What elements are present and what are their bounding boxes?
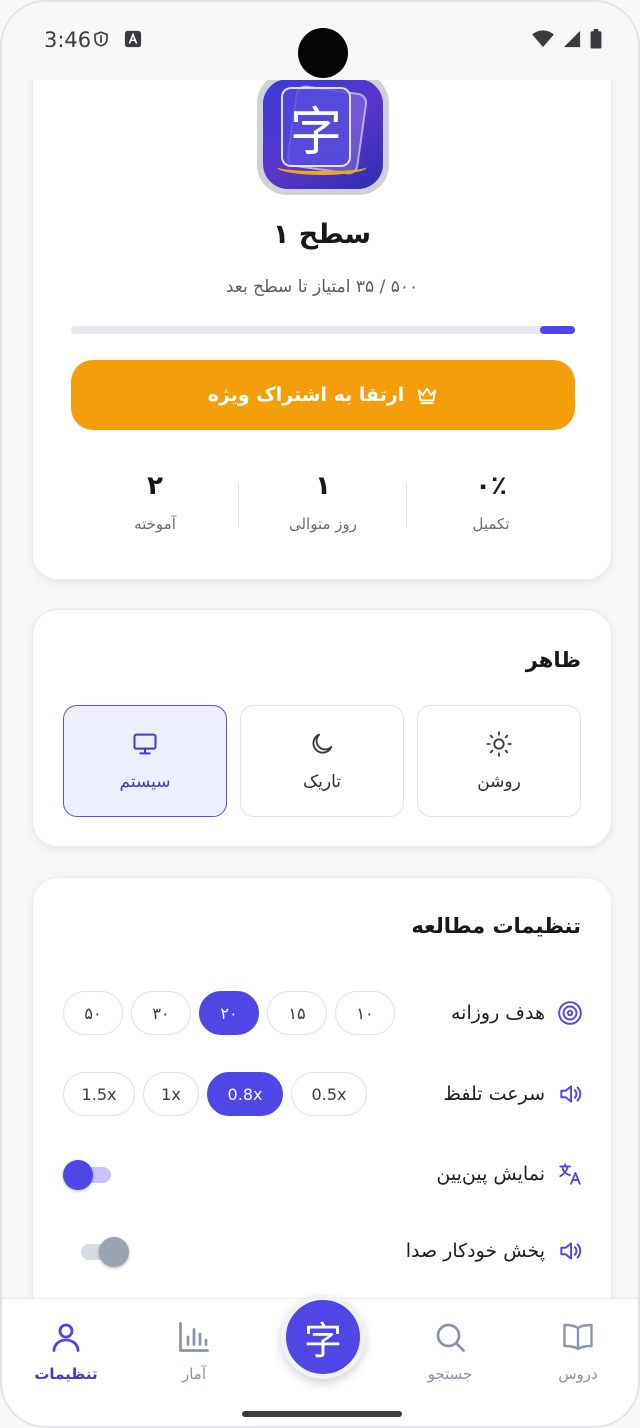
stat-value: ۰٪ xyxy=(475,471,507,501)
bottom-nav: دروس جستجو 字 آمار تنظیمات xyxy=(2,1295,638,1426)
app-icon-glyph: 字 xyxy=(281,87,351,167)
autoplay-audio-text: پخش خودکار صدا xyxy=(405,1240,545,1262)
front-camera xyxy=(298,28,348,78)
status-icons xyxy=(532,29,602,49)
study-settings-card: تنظیمات مطالعه هدف روزانه ۱۰ ۱۵ ۲۰ ۳۰ ۵۰ xyxy=(32,877,612,1327)
app-icon: 字 xyxy=(257,73,389,195)
nav-label: دروس xyxy=(558,1365,598,1383)
autoplay-audio-label: پخش خودکار صدا xyxy=(406,1238,583,1264)
appearance-title: ظاهر xyxy=(525,648,581,672)
study-settings-title: تنظیمات مطالعه xyxy=(411,914,581,938)
daily-goal-label: هدف روزانه xyxy=(451,1000,583,1026)
stat-label: روز متوالی xyxy=(288,515,358,533)
book-icon xyxy=(563,1323,593,1351)
stat-value: ۲ xyxy=(147,471,163,501)
sun-icon xyxy=(486,731,512,757)
level-progress-bar xyxy=(71,326,575,334)
theme-option-dark[interactable]: تاریک xyxy=(240,705,404,817)
nav-item-stats[interactable]: آمار xyxy=(139,1319,249,1383)
nav-item-lessons[interactable]: دروس xyxy=(523,1319,633,1383)
goal-option-30[interactable]: ۳۰ xyxy=(131,991,191,1035)
show-pinyin-text: نمایش پین‌یین xyxy=(436,1163,545,1185)
nav-label: جستجو xyxy=(427,1365,473,1383)
appearance-card: ظاهر روشن تاریک سیستم xyxy=(32,609,612,847)
stat-learned: ۲ آموخته xyxy=(71,461,239,561)
target-icon xyxy=(558,1001,582,1025)
level-subtitle: ۵۰۰ / ۳۵ امتیاز تا سطح بعد xyxy=(225,277,419,297)
theme-option-system[interactable]: سیستم xyxy=(63,705,227,817)
theme-option-light[interactable]: روشن xyxy=(417,705,581,817)
profile-card: 字 سطح ۱ ۵۰۰ / ۳۵ امتیاز تا سطح بعد ارتقا… xyxy=(32,42,612,580)
stat-label: آموخته xyxy=(134,515,176,533)
speed-option-1.5x[interactable]: 1.5x xyxy=(63,1072,135,1116)
home-indicator[interactable] xyxy=(242,1411,402,1417)
translate-icon xyxy=(559,1163,581,1185)
goal-option-15[interactable]: ۱۵ xyxy=(267,991,327,1035)
show-pinyin-toggle[interactable] xyxy=(63,1160,115,1190)
goal-option-50[interactable]: ۵۰ xyxy=(63,991,123,1035)
stat-value: ۱ xyxy=(315,471,331,501)
speech-speed-text: سرعت تلفظ xyxy=(443,1083,545,1105)
stat-label: تکمیل xyxy=(472,515,510,533)
crown-icon xyxy=(418,387,437,405)
theme-label: سیستم xyxy=(119,772,171,792)
goal-option-20[interactable]: ۲۰ xyxy=(199,991,259,1035)
level-title: سطح ۱ xyxy=(272,219,372,250)
accessibility-a-icon xyxy=(124,30,142,48)
speech-speed-label: سرعت تلفظ xyxy=(443,1081,583,1107)
theme-label: تاریک xyxy=(302,772,342,792)
speed-option-0.8x[interactable]: 0.8x xyxy=(207,1072,283,1116)
autoplay-audio-row: پخش خودکار صدا xyxy=(63,1226,583,1276)
daily-goal-row: هدف روزانه ۱۰ ۱۵ ۲۰ ۳۰ ۵۰ xyxy=(63,988,583,1038)
stat-completion: ۰٪ تکمیل xyxy=(407,461,575,561)
search-icon xyxy=(436,1323,465,1352)
speaker-icon xyxy=(560,1242,582,1260)
nav-label: تنظیمات xyxy=(34,1365,98,1383)
nav-item-search[interactable]: جستجو xyxy=(395,1319,505,1383)
speaker-icon xyxy=(560,1085,582,1103)
theme-options: روشن تاریک سیستم xyxy=(63,705,581,817)
speed-option-1x[interactable]: 1x xyxy=(143,1072,199,1116)
status-time: 3:46 xyxy=(44,28,92,52)
user-icon xyxy=(52,1323,80,1352)
autoplay-audio-toggle[interactable] xyxy=(75,1237,129,1267)
nav-label: آمار xyxy=(181,1365,207,1383)
signal-icon xyxy=(563,30,581,48)
speech-speed-options: 0.5x 0.8x 1x 1.5x xyxy=(63,1072,367,1116)
stats-row: ۰٪ تکمیل ۱ روز متوالی ۲ آموخته xyxy=(71,461,575,561)
speech-speed-row: سرعت تلفظ 0.5x 0.8x 1x 1.5x xyxy=(63,1069,583,1119)
show-pinyin-row: نمایش پین‌یین xyxy=(63,1149,583,1199)
moon-icon xyxy=(312,733,333,754)
nav-item-settings[interactable]: تنظیمات xyxy=(11,1319,121,1383)
bar-chart-icon xyxy=(179,1322,209,1352)
shield-icon xyxy=(94,31,108,47)
show-pinyin-label: نمایش پین‌یین xyxy=(436,1161,583,1187)
wifi-icon xyxy=(532,30,554,48)
level-progress-fill xyxy=(539,326,575,334)
monitor-icon xyxy=(133,733,157,755)
stat-streak: ۱ روز متوالی xyxy=(239,461,407,561)
center-action-button[interactable]: 字 xyxy=(281,1295,365,1379)
goal-option-10[interactable]: ۱۰ xyxy=(335,991,395,1035)
daily-goal-options: ۱۰ ۱۵ ۲۰ ۳۰ ۵۰ xyxy=(63,991,395,1035)
upgrade-premium-button[interactable]: ارتقا به اشتراک ویژه xyxy=(71,360,575,430)
battery-icon xyxy=(590,29,602,49)
upgrade-label: ارتقا به اشتراک ویژه xyxy=(207,384,405,406)
phone-screen: 字 سطح ۱ ۵۰۰ / ۳۵ امتیاز تا سطح بعد ارتقا… xyxy=(0,0,640,1428)
daily-goal-text: هدف روزانه xyxy=(450,1002,545,1024)
theme-label: روشن xyxy=(477,772,521,792)
speed-option-0.5x[interactable]: 0.5x xyxy=(291,1072,367,1116)
